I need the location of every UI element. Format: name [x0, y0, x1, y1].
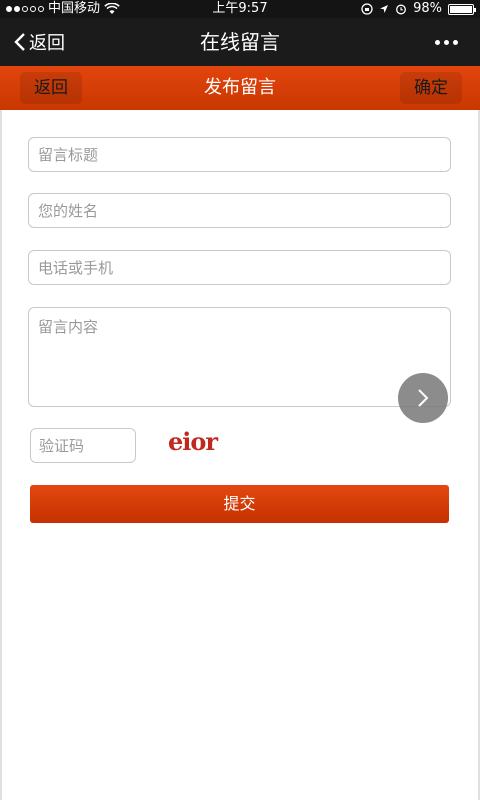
battery-icon: [448, 3, 476, 15]
battery-percent: 98%: [413, 1, 442, 16]
status-bar: 中国移动 上午9:57 98%: [0, 0, 480, 18]
submit-button[interactable]: 提交: [30, 485, 449, 523]
phone-input[interactable]: [28, 250, 451, 285]
left-divider: [0, 110, 2, 800]
confirm-button[interactable]: 确定: [400, 72, 462, 104]
location-icon: [380, 5, 389, 13]
page-header: 返回 发布留言 确定: [0, 66, 480, 110]
more-dots-icon[interactable]: [435, 18, 458, 66]
captcha-input[interactable]: [30, 428, 136, 463]
rotation-lock-icon: [361, 3, 373, 15]
status-right: 98%: [361, 0, 476, 18]
chevron-right-icon: [418, 389, 429, 407]
nav-bar: 返回 在线留言: [0, 18, 480, 66]
captcha-image[interactable]: eior: [168, 428, 218, 456]
content-textarea[interactable]: [28, 307, 451, 407]
nav-title: 在线留言: [200, 30, 280, 54]
floating-next-button[interactable]: [398, 373, 448, 423]
title-input[interactable]: [28, 137, 451, 172]
alarm-icon: [396, 4, 407, 15]
battery-fill: [450, 5, 472, 13]
name-input[interactable]: [28, 193, 451, 228]
